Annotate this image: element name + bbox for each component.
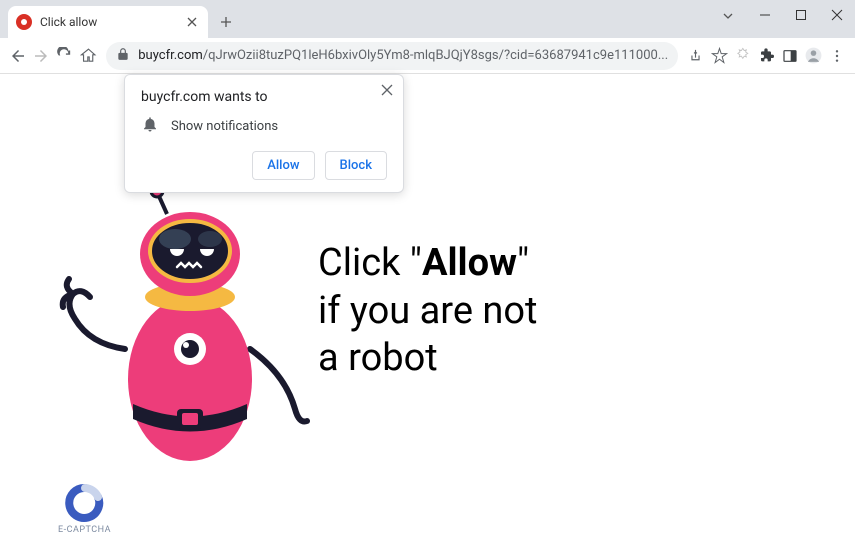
url-text: buycfr.com/qJrwOzii8tuzPQ1leH6bxivOly5Ym… (138, 48, 668, 63)
line1-bold: Allow (422, 241, 517, 285)
main-message: Click "Allow" if you are not a robot (318, 240, 537, 383)
tab-search-button[interactable] (721, 8, 735, 27)
browser-tab[interactable]: Click allow (8, 6, 208, 38)
notification-prompt: buycfr.com wants to Show notifications A… (124, 74, 404, 193)
home-button[interactable] (79, 42, 99, 70)
bell-icon (141, 115, 159, 137)
menu-button[interactable] (828, 42, 848, 70)
sidepanel-button[interactable] (780, 42, 800, 70)
line1-pre: Click " (318, 241, 422, 285)
tab-title: Click allow (40, 15, 176, 29)
allow-button[interactable]: Allow (252, 151, 314, 180)
ecaptcha-icon (65, 483, 105, 523)
extension-icon-1[interactable] (733, 42, 753, 70)
profile-button[interactable] (804, 42, 824, 70)
titlebar: Click allow (0, 0, 855, 38)
minimize-button[interactable] (747, 0, 783, 30)
url-domain: buycfr.com (138, 48, 203, 63)
line3: a robot (318, 335, 537, 383)
forward-button[interactable] (32, 42, 52, 70)
close-window-button[interactable] (819, 0, 855, 30)
window-controls (747, 0, 855, 30)
extensions-button[interactable] (757, 42, 777, 70)
lock-icon (116, 46, 130, 65)
reload-button[interactable] (55, 42, 75, 70)
tab-close-button[interactable] (184, 14, 200, 30)
ecaptcha-logo: E-CAPTCHA (58, 483, 111, 535)
page-content: buycfr.com wants to Show notifications A… (0, 74, 855, 555)
notification-title: buycfr.com wants to (141, 89, 387, 105)
block-button[interactable]: Block (325, 151, 387, 180)
favicon (16, 14, 32, 30)
address-bar[interactable]: buycfr.com/qJrwOzii8tuzPQ1leH6bxivOly5Ym… (106, 42, 678, 70)
url-path: /qJrwOzii8tuzPQ1leH6bxivOly5Ym8-mlqBJQjY… (203, 48, 668, 63)
robot-illustration (55, 179, 315, 479)
browser-toolbar: buycfr.com/qJrwOzii8tuzPQ1leH6bxivOly5Ym… (0, 38, 855, 74)
notification-close-button[interactable] (381, 81, 393, 100)
bookmark-button[interactable] (710, 42, 730, 70)
line1-post: " (517, 241, 529, 285)
share-button[interactable] (686, 42, 706, 70)
back-button[interactable] (8, 42, 28, 70)
new-tab-button[interactable] (212, 8, 240, 36)
maximize-button[interactable] (783, 0, 819, 30)
ecaptcha-label: E-CAPTCHA (58, 525, 111, 535)
notification-permission-text: Show notifications (171, 119, 278, 134)
line2: if you are not (318, 288, 537, 336)
